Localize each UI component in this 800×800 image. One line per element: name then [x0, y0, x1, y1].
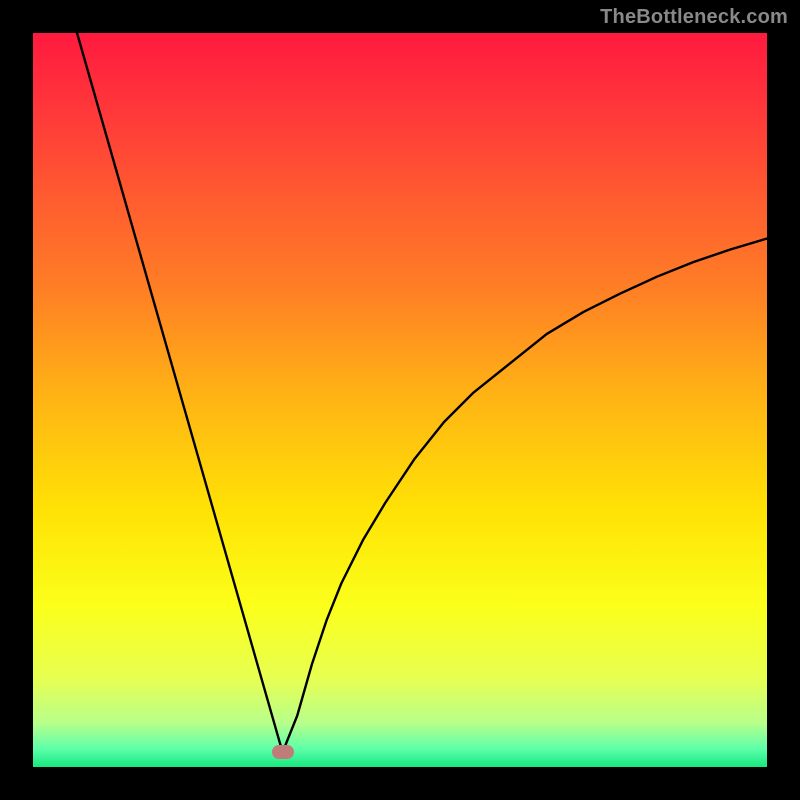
watermark-text: TheBottleneck.com	[600, 6, 788, 29]
chart-svg	[33, 33, 767, 767]
plot-area	[33, 33, 767, 767]
chart-frame: TheBottleneck.com	[0, 0, 800, 800]
gradient-background	[33, 33, 767, 767]
minimum-marker	[272, 745, 294, 759]
